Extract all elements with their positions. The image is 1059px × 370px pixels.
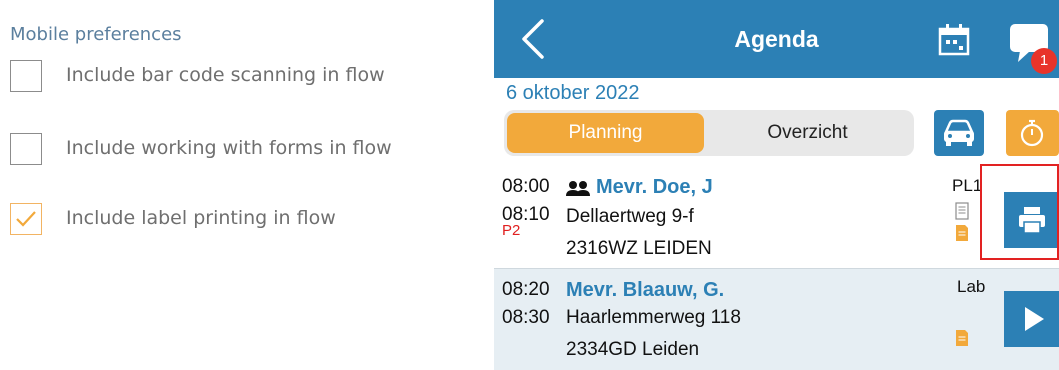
- label-printing-option[interactable]: Include label printing in flow: [10, 203, 470, 237]
- appointment-start: 08:00: [502, 176, 550, 197]
- calendar-icon[interactable]: [937, 22, 971, 56]
- section-title: Mobile preferences: [10, 24, 182, 45]
- appointment-row[interactable]: 08:00 Mevr. Doe, J 08:10 Dellaertweg 9-f…: [494, 164, 1059, 268]
- client-street: Dellaertweg 9-f: [566, 206, 694, 227]
- client-postal-city: 2316WZ LEIDEN: [566, 238, 712, 259]
- app-header: Agenda 1: [494, 0, 1059, 78]
- tab-overview[interactable]: Overzicht: [704, 113, 911, 153]
- label-printing-label: Include label printing in flow: [66, 207, 336, 229]
- appointment-code: PL1: [952, 176, 983, 195]
- priority-label: P2: [502, 222, 521, 239]
- barcode-scanning-option[interactable]: Include bar code scanning in flow: [10, 60, 470, 94]
- appointment-end: 08:30: [502, 307, 550, 328]
- label-printing-checkbox[interactable]: [10, 203, 42, 235]
- start-appointment-button[interactable]: [1004, 291, 1059, 347]
- appointment-row[interactable]: 08:20 Mevr. Blaauw, G. 08:30 Haarlemmerw…: [494, 269, 1059, 370]
- tab-planning[interactable]: Planning: [507, 113, 704, 153]
- client-name[interactable]: Mevr. Blaauw, G.: [566, 279, 724, 302]
- appointment-start: 08:20: [502, 279, 550, 300]
- barcode-scanning-label: Include bar code scanning in flow: [66, 64, 385, 86]
- car-icon: [944, 119, 974, 146]
- agenda-app: Agenda 1 6 oktober 2022 Planning Overzic…: [494, 0, 1059, 370]
- client-postal-city: 2334GD Leiden: [566, 339, 700, 360]
- mobile-preferences-panel: Mobile preferences Include bar code scan…: [0, 0, 480, 370]
- stopwatch-icon: [1020, 119, 1044, 147]
- page-title: Agenda: [734, 26, 819, 52]
- forms-label: Include working with forms in flow: [66, 137, 392, 159]
- print-highlight-box: [980, 164, 1059, 260]
- play-icon: [1025, 307, 1044, 331]
- forms-checkbox[interactable]: [10, 133, 42, 165]
- notification-badge: 1: [1031, 48, 1057, 74]
- view-switcher: Planning Overzicht: [504, 110, 914, 156]
- car-button[interactable]: [934, 110, 984, 156]
- barcode-scanning-checkbox[interactable]: [10, 60, 42, 92]
- note-icon: [956, 225, 968, 241]
- agenda-date: 6 oktober 2022: [506, 82, 640, 104]
- checkmark-icon: [16, 211, 36, 227]
- forms-option[interactable]: Include working with forms in flow: [10, 133, 470, 167]
- group-icon: [566, 181, 590, 196]
- document-icon: [955, 202, 969, 220]
- stopwatch-button[interactable]: [1006, 110, 1059, 156]
- appointment-code: Lab: [957, 277, 986, 296]
- note-icon: [956, 330, 968, 346]
- client-name[interactable]: Mevr. Doe, J: [596, 176, 713, 199]
- client-street: Haarlemmerweg 118: [566, 307, 741, 328]
